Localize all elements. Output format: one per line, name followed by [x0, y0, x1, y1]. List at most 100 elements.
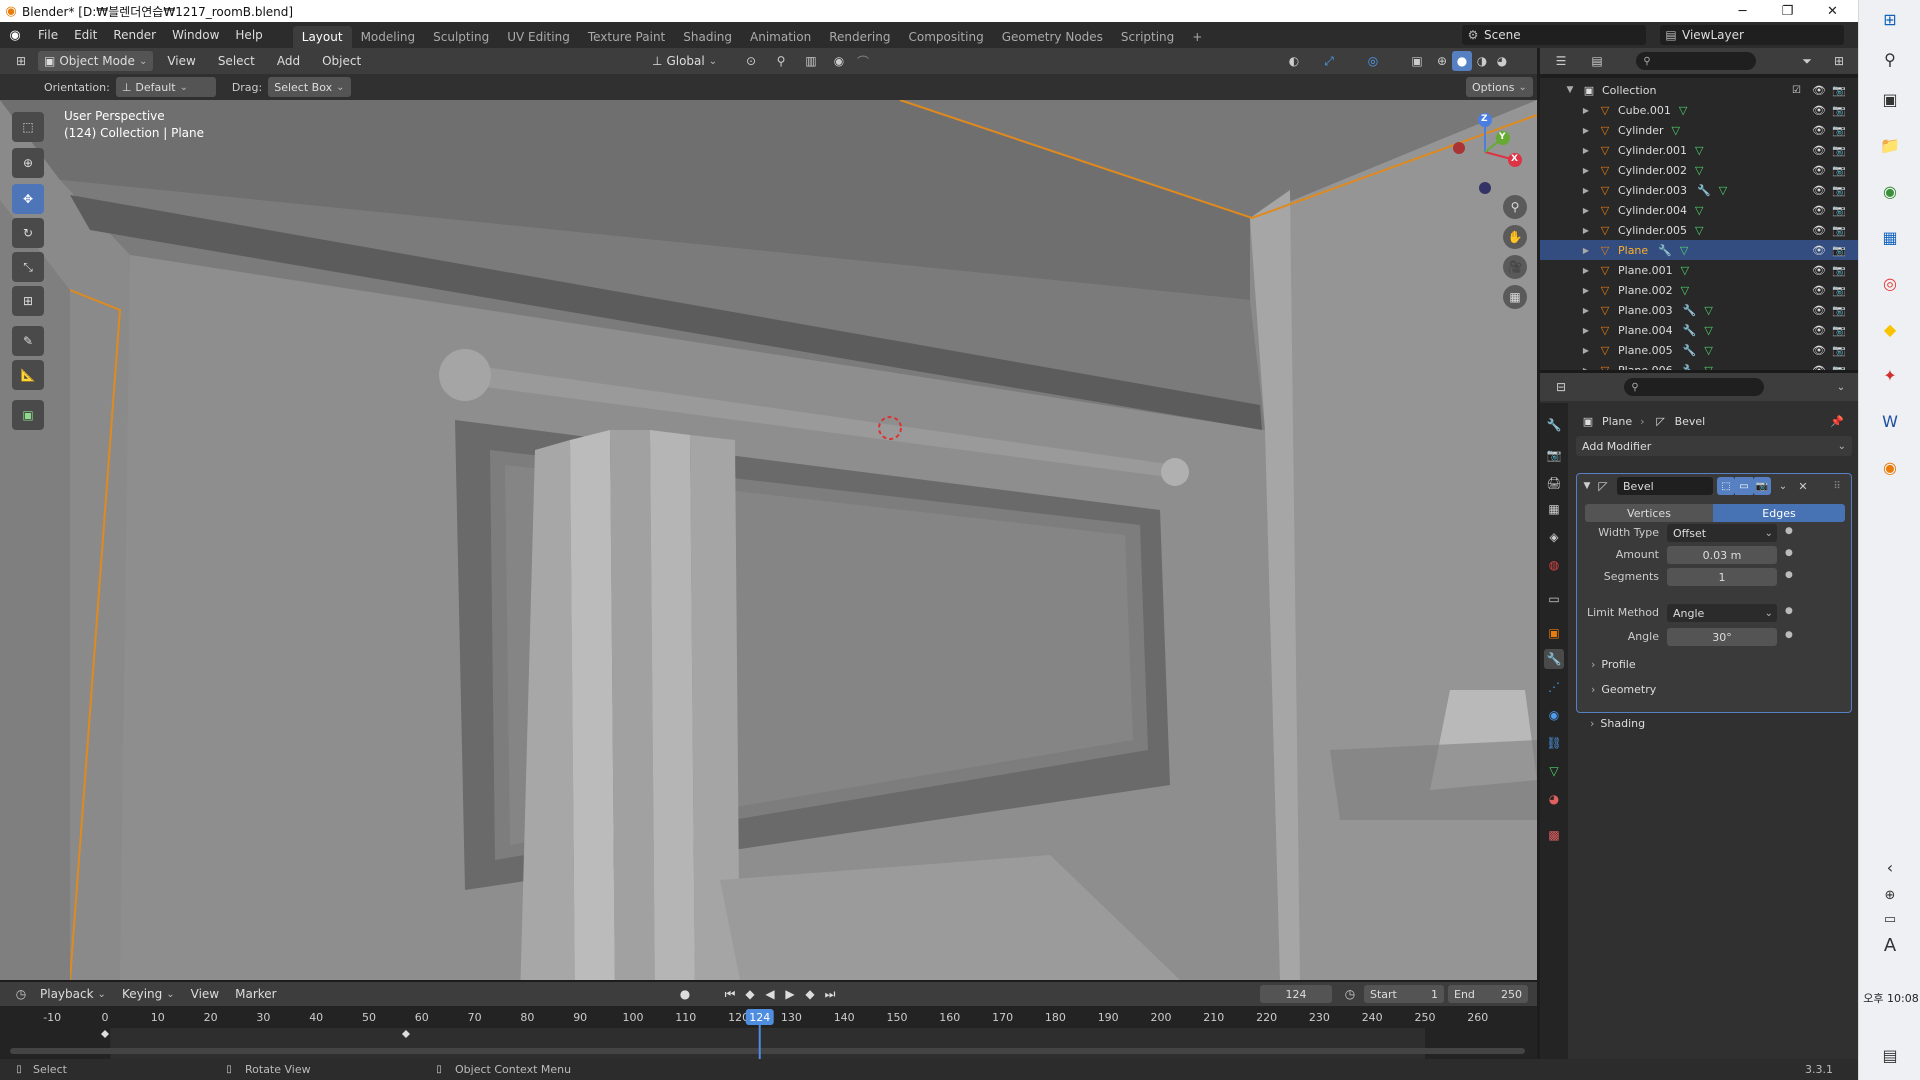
tab-rendering[interactable]: Rendering	[820, 26, 899, 48]
expand-arrow-icon[interactable]: ▶	[1580, 266, 1592, 275]
add-cube-tool-icon[interactable]: ▣	[12, 400, 44, 430]
tool-tab-icon[interactable]: 🔧	[1544, 415, 1564, 435]
outliner-item[interactable]: ▶ ▽ Plane.004 🔧 ▽ 👁 📷	[1540, 320, 1858, 340]
modifier-wrench-icon[interactable]: 🔧	[1683, 324, 1697, 337]
overlay-toggle-icon[interactable]: ◎	[1362, 51, 1384, 71]
material-tab-icon[interactable]: ◕	[1544, 789, 1564, 809]
tab-uv-editing[interactable]: UV Editing	[498, 26, 579, 48]
texture-tab-icon[interactable]: ▩	[1544, 825, 1564, 845]
display-mode-icon[interactable]: ▤	[1586, 51, 1608, 71]
record-icon[interactable]: ●	[675, 984, 695, 1004]
visibility-eye-icon[interactable]: 👁	[1812, 84, 1826, 97]
mesh-data-icon[interactable]: ▽	[1704, 344, 1712, 357]
tab-shading[interactable]: Shading	[674, 26, 741, 48]
menu-render[interactable]: Render	[105, 22, 164, 48]
tab-animation[interactable]: Animation	[741, 26, 820, 48]
visibility-eye-icon[interactable]: 👁	[1812, 124, 1826, 137]
visibility-eye-icon[interactable]: 👁	[1812, 164, 1826, 177]
expand-arrow-icon[interactable]: ▶	[1580, 186, 1592, 195]
properties-search-input[interactable]: ⚲	[1624, 378, 1764, 396]
expand-arrow-icon[interactable]: ▶	[1580, 206, 1592, 215]
collection-tab-icon[interactable]: ▭	[1544, 589, 1564, 609]
timeline-editor-icon[interactable]: ◷	[10, 987, 32, 1001]
visibility-eye-icon[interactable]: 👁	[1812, 344, 1826, 357]
menu-select[interactable]: Select	[210, 48, 263, 74]
mesh-data-icon[interactable]: ▽	[1704, 304, 1712, 317]
menu-edit[interactable]: Edit	[66, 22, 105, 48]
visibility-eye-icon[interactable]: 👁	[1812, 324, 1826, 337]
drag-handle-icon[interactable]: ⠿	[1829, 477, 1845, 495]
prev-keyframe-icon[interactable]: ◆	[740, 984, 760, 1004]
render-camera-icon[interactable]: 📷	[1832, 84, 1846, 97]
annotate-tool-icon[interactable]: ✎	[12, 326, 44, 356]
filter-icon[interactable]: ⏷	[1796, 51, 1818, 71]
visibility-eye-icon[interactable]: 👁	[1812, 184, 1826, 197]
outliner-item[interactable]: ▶ ▽ Cube.001 ▽ 👁 📷	[1540, 100, 1858, 120]
minimize-button[interactable]: ─	[1720, 0, 1765, 22]
menu-view[interactable]: View	[159, 48, 203, 74]
snap-icon[interactable]: ⚲	[770, 51, 792, 71]
modifier-name-field[interactable]: Bevel	[1617, 477, 1713, 495]
tab-modeling[interactable]: Modeling	[352, 26, 425, 48]
visibility-eye-icon[interactable]: 👁	[1812, 104, 1826, 117]
transform-tool-icon[interactable]: ⊞	[12, 286, 44, 316]
tab-texture-paint[interactable]: Texture Paint	[579, 26, 674, 48]
outliner-item[interactable]: ▶ ▽ Cylinder ▽ 👁 📷	[1540, 120, 1858, 140]
menu-object[interactable]: Object	[314, 48, 369, 74]
expand-arrow-icon[interactable]: ▶	[1580, 346, 1592, 355]
render-camera-icon[interactable]: 📷	[1832, 264, 1846, 277]
options-chevron-icon[interactable]: ⌄	[1830, 377, 1852, 397]
keyframe-dot-icon[interactable]: ●	[1785, 526, 1793, 536]
perspective-toggle-icon[interactable]: ▦	[1503, 285, 1527, 309]
properties-editor-icon[interactable]: ⊟	[1550, 377, 1572, 397]
panel-profile[interactable]: › Profile	[1591, 658, 1636, 671]
visibility-eye-icon[interactable]: 👁	[1812, 224, 1826, 237]
expand-arrow-icon[interactable]: ▶	[1580, 106, 1592, 115]
panel-collapse-icon[interactable]: ▼	[1581, 479, 1593, 493]
play-reverse-icon[interactable]: ◀	[760, 984, 780, 1004]
3d-viewport[interactable]: User Perspective (124) Collection | Plan…	[0, 100, 1537, 980]
visibility-icon[interactable]: ◐	[1283, 51, 1305, 71]
render-toggle-icon[interactable]: 📷	[1753, 477, 1771, 495]
expand-arrow-icon[interactable]: ▶	[1580, 306, 1592, 315]
outliner-editor-icon[interactable]: ☰	[1550, 51, 1572, 71]
outliner-item[interactable]: ▶ ▽ Cylinder.004 ▽ 👁 📷	[1540, 200, 1858, 220]
add-workspace-button[interactable]: +	[1183, 26, 1211, 48]
limit-method-dropdown[interactable]: Angle ⌄	[1667, 604, 1777, 622]
wireframe-shading-icon[interactable]: ⊕	[1432, 51, 1452, 71]
zoom-icon[interactable]: ⚲	[1503, 195, 1527, 219]
scene-tab-icon[interactable]: ◈	[1544, 527, 1564, 547]
pin-icon[interactable]: 📌	[1830, 415, 1844, 428]
expand-arrow-icon[interactable]: ▶	[1580, 246, 1592, 255]
maximize-button[interactable]: ❐	[1765, 0, 1810, 22]
modifier-wrench-icon[interactable]: 🔧	[1683, 344, 1697, 357]
constraints-tab-icon[interactable]: ⛓	[1544, 733, 1564, 753]
chevron-left-icon[interactable]: ‹	[1875, 852, 1905, 882]
keyframe-dot-icon[interactable]: ●	[1785, 548, 1793, 558]
start-menu-icon[interactable]: ⊞	[1875, 4, 1905, 34]
mesh-data-icon[interactable]: ▽	[1695, 164, 1703, 177]
world-tab-icon[interactable]: ◍	[1544, 555, 1564, 575]
viewport-toggle-icon[interactable]: ▭	[1735, 477, 1753, 495]
expand-arrow-icon[interactable]: ▼	[1564, 85, 1576, 95]
move-tool-icon[interactable]: ✥	[12, 184, 44, 214]
menu-marker[interactable]: Marker	[227, 982, 284, 1006]
app-icon[interactable]: ✦	[1875, 360, 1905, 390]
kakaotalk-icon[interactable]: ◆	[1875, 314, 1905, 344]
notification-icon[interactable]: ▤	[1875, 1040, 1905, 1070]
particles-tab-icon[interactable]: ⋰	[1544, 677, 1564, 697]
render-camera-icon[interactable]: 📷	[1832, 284, 1846, 297]
expand-arrow-icon[interactable]: ▶	[1580, 166, 1592, 175]
jump-start-icon[interactable]: ⏮	[720, 984, 740, 1004]
keyframe-dot-icon[interactable]: ●	[1785, 606, 1793, 616]
expand-arrow-icon[interactable]: ▶	[1580, 326, 1592, 335]
mesh-data-icon[interactable]: ▽	[1672, 124, 1680, 137]
outliner-item[interactable]: ▶ ▽ Cylinder.001 ▽ 👁 📷	[1540, 140, 1858, 160]
jump-end-icon[interactable]: ⏭	[820, 984, 840, 1004]
viewlayer-selector[interactable]: ▤ ViewLayer	[1660, 25, 1844, 45]
mesh-data-icon[interactable]: ▽	[1719, 184, 1727, 197]
visibility-eye-icon[interactable]: 👁	[1812, 244, 1826, 257]
mesh-data-icon[interactable]: ▽	[1704, 324, 1712, 337]
menu-add[interactable]: Add	[269, 48, 308, 74]
outliner-item[interactable]: ▶ ▽ Plane.006 🔧 ▽ 👁 📷	[1540, 360, 1858, 371]
